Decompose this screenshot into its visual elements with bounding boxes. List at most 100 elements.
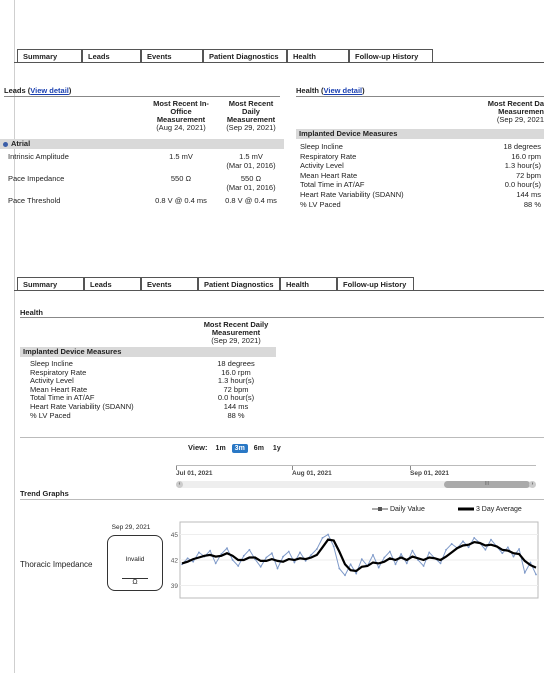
view-option-1m[interactable]: 1m: [213, 444, 229, 453]
daily-value-point: [231, 559, 234, 561]
daily-value-point: [360, 558, 363, 560]
tab-bar-bottom: Summary Leads Events Patient Diagnostics…: [17, 277, 414, 291]
daily-value-point: [355, 572, 358, 575]
daily-value-point: [405, 562, 408, 565]
health-row-value: 88 %: [227, 410, 245, 420]
three-day-average-legend-icon: [458, 507, 474, 511]
atrial-bullet-icon: [3, 141, 8, 147]
daily-value-point: [462, 540, 464, 543]
tab-summary[interactable]: Summary: [17, 49, 82, 63]
lead-row-inoffice-value: 1.5 mV: [169, 152, 193, 161]
daily-value-point: [473, 537, 476, 539]
daily-value-point: [276, 567, 279, 570]
leads-col-in-office: Most Recent In- Office Measurement (Aug 24…: [153, 99, 209, 132]
daily-value-point: [310, 554, 313, 556]
daily-value-point: [484, 548, 487, 551]
tab-health[interactable]: Health: [280, 277, 337, 291]
daily-value-point: [467, 546, 470, 549]
health-row-label: Activity Level: [300, 161, 344, 171]
lead-row-daily-date: (Mar 01, 2016): [226, 183, 276, 192]
daily-value-point: [304, 560, 307, 562]
daily-value-point: [192, 560, 195, 563]
daily-value-point: [287, 550, 290, 553]
lead-row-label: Intrinsic Amplitude: [8, 152, 69, 161]
trend-rule: [20, 499, 544, 500]
health-row-label: % LV Paced: [300, 199, 341, 209]
daily-value-point: [507, 546, 509, 549]
metric-label: Thoracic Impedance: [20, 560, 93, 569]
tab-health[interactable]: Health: [287, 49, 349, 63]
tab-follow-up-history[interactable]: Follow-up History: [349, 49, 433, 63]
daily-value-point: [321, 537, 324, 539]
tab-events[interactable]: Events: [141, 49, 203, 63]
tab-leads[interactable]: Leads: [82, 49, 141, 63]
timeline-date-label: Jul 01, 2021: [176, 470, 213, 477]
health-row-label: Sleep Incline: [300, 142, 343, 151]
daily-value-point: [316, 548, 318, 550]
health-row-value: 18 degrees: [503, 142, 541, 151]
daily-value-point: [535, 573, 537, 576]
left-frame-border: [14, 0, 15, 673]
health-row-label: % LV Paced: [30, 410, 71, 420]
daily-value-point: [248, 548, 251, 551]
scroll-thumb[interactable]: III: [444, 481, 530, 488]
legend-average: 3 Day Average: [458, 505, 522, 513]
lead-row-daily-value: 550 Ω: [240, 174, 262, 183]
daily-value-point: [411, 549, 414, 552]
leads-view-detail-link[interactable]: View detail: [30, 86, 69, 95]
daily-value-point: [237, 565, 240, 567]
card-date: Sep 29, 2021: [111, 524, 151, 531]
health-bottom-group: Implanted Device Measures: [20, 347, 276, 357]
daily-value-point: [271, 552, 273, 555]
health-bottom-col-daily: Most Recent Daily Measurement (Sep 29, 20…: [203, 320, 269, 345]
timeline-date-label: Aug 01, 2021: [292, 470, 332, 477]
health-bottom-title: Health: [20, 308, 43, 317]
trend-graphs-title: Trend Graphs: [20, 489, 69, 498]
health-view-detail-link[interactable]: View detail: [324, 86, 363, 95]
health-bottom-rule: [20, 317, 544, 318]
daily-value-point: [332, 545, 335, 548]
daily-value-point: [445, 548, 447, 551]
daily-value-point: [186, 557, 189, 560]
tab-patient-diagnostics[interactable]: Patient Diagnostics: [198, 277, 280, 291]
lead-row-label: Pace Threshold: [8, 196, 61, 205]
thoracic-impedance-card[interactable]: Invalid Ω: [107, 535, 163, 591]
daily-value-point: [282, 555, 284, 558]
health-row-label: Mean Heart Rate: [300, 170, 358, 180]
daily-value-point: [512, 555, 515, 558]
health-row-value: 0.0 hour(s): [504, 180, 541, 190]
leads-group-atrial: Atrial: [0, 139, 284, 149]
health-row-value: 144 ms: [516, 190, 541, 199]
scroll-right-icon[interactable]: ›: [529, 481, 536, 488]
health-top-rule: [296, 96, 544, 97]
daily-value-point: [383, 556, 386, 559]
daily-value-point: [377, 566, 380, 569]
view-option-3m[interactable]: 3m: [231, 444, 248, 453]
tab-events[interactable]: Events: [141, 277, 198, 291]
health-row-value: 72 bpm: [515, 170, 541, 180]
tab-patient-diagnostics[interactable]: Patient Diagnostics: [203, 49, 287, 63]
daily-value-point: [394, 563, 397, 566]
lead-row-daily-value: 0.8 V @ 0.4 ms: [225, 196, 277, 205]
tab-summary[interactable]: Summary: [17, 277, 84, 291]
health-top-col-daily: Most Recent Da Measuremen (Sep 29, 2021: [487, 99, 544, 124]
daily-value-point: [327, 533, 329, 536]
daily-value-point: [338, 567, 341, 570]
daily-value-point: [293, 561, 296, 564]
health-row-value: 88 %: [523, 199, 541, 209]
lead-row-label: Pace Impedance: [8, 174, 65, 183]
daily-value-point: [518, 548, 520, 550]
daily-value-point: [529, 561, 532, 564]
tab-bar-line: [14, 290, 544, 291]
scroll-left-icon[interactable]: ‹: [176, 481, 183, 488]
daily-value-legend-icon: [372, 507, 388, 511]
daily-value-point: [242, 554, 245, 557]
daily-value-point: [299, 551, 301, 554]
tab-follow-up-history[interactable]: Follow-up History: [337, 277, 414, 291]
leads-title: Leads (View detail): [4, 86, 72, 95]
view-option-1y[interactable]: 1y: [270, 444, 284, 453]
legend-daily: Daily Value: [372, 505, 425, 513]
view-option-6m[interactable]: 6m: [251, 444, 267, 453]
tab-leads[interactable]: Leads: [84, 277, 141, 291]
health-top-title: Health (View detail): [296, 86, 365, 95]
